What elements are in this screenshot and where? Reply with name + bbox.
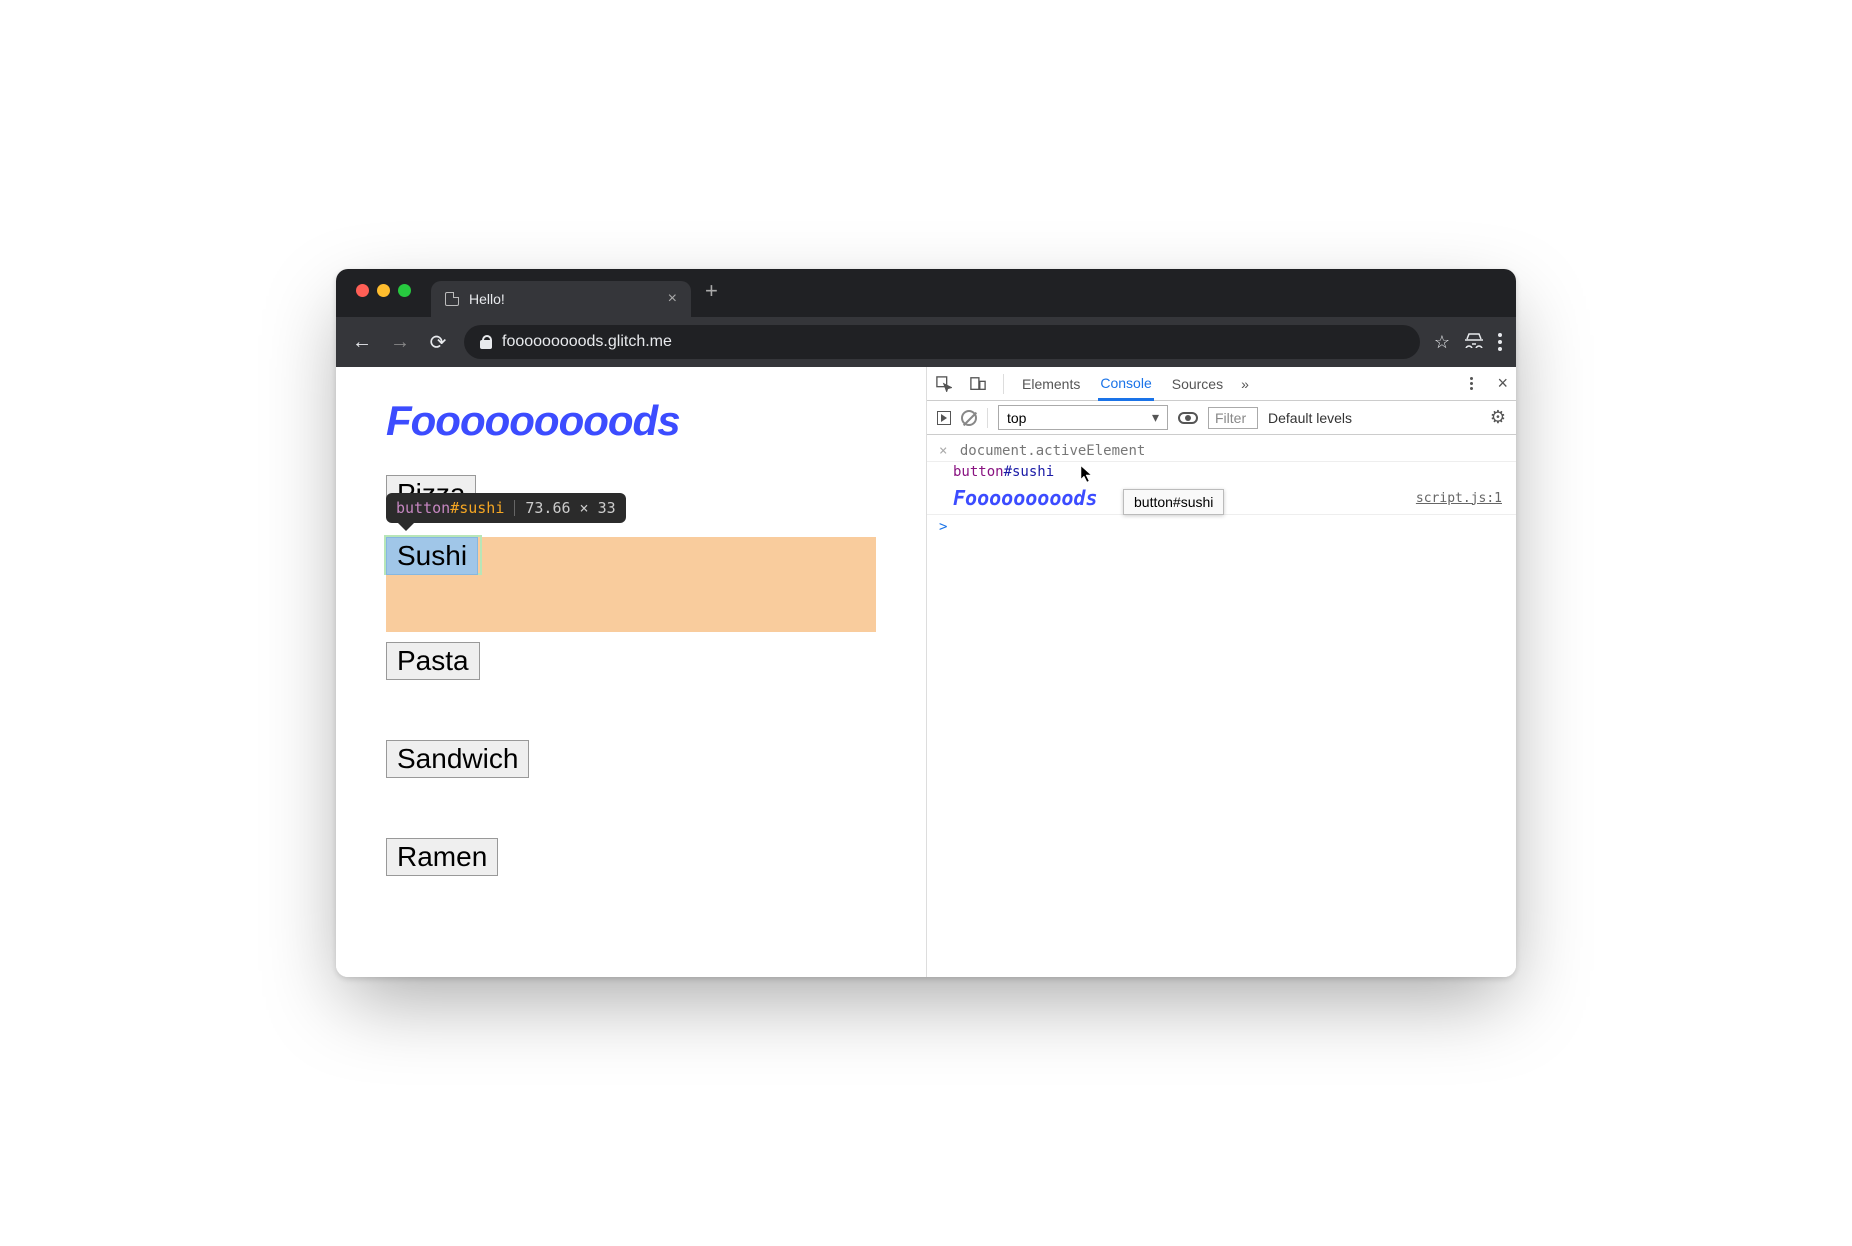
browser-window: Hello! × + ← → ⟳ fooooooooods.glitch.me … [336,269,1516,977]
dismiss-icon[interactable]: × [939,443,947,459]
console-result-row[interactable]: button#sushi [927,462,1516,482]
new-tab-button[interactable]: + [691,278,732,304]
tooltip-divider [514,500,515,516]
console-prompt[interactable]: > [927,515,1516,539]
forward-button[interactable]: → [388,331,412,354]
separator [987,408,988,428]
live-expression-icon[interactable] [1178,412,1198,424]
more-tabs-icon[interactable]: » [1241,376,1249,392]
food-button-sandwich[interactable]: Sandwich [386,740,529,778]
tab-elements[interactable]: Elements [1020,369,1082,399]
inspect-element-icon[interactable] [935,375,953,393]
input-expression: document.activeElement [960,443,1145,459]
margin-highlight: Sushi [386,537,876,632]
devtools-tabs: Elements Console Sources » × [927,367,1516,401]
close-window-button[interactable] [356,284,369,297]
tab-sources[interactable]: Sources [1170,369,1225,399]
separator [1003,374,1004,394]
incognito-icon[interactable] [1464,332,1484,353]
minimize-window-button[interactable] [377,284,390,297]
source-link[interactable]: script.js:1 [1416,491,1502,506]
console-settings-icon[interactable]: ⚙ [1490,407,1506,428]
mouse-cursor-icon [1080,465,1094,483]
close-tab-icon[interactable]: × [668,290,677,308]
reload-button[interactable]: ⟳ [426,330,450,355]
tooltip-tag: button [396,499,450,517]
devtools-menu-icon[interactable] [1470,377,1473,390]
maximize-window-button[interactable] [398,284,411,297]
lock-icon [480,335,492,349]
tab-title: Hello! [469,291,505,307]
food-button-ramen[interactable]: Ramen [386,838,498,876]
console-log: × document.activeElement button#sushi bu… [927,435,1516,977]
result-id: #sushi [1004,464,1055,480]
page-icon [445,292,459,306]
info-text: Fooooooooods [953,486,1098,510]
food-button-pasta[interactable]: Pasta [386,642,480,680]
browser-tab[interactable]: Hello! × [431,281,691,317]
result-tag: button [953,464,1004,480]
food-button-sushi[interactable]: Sushi [386,537,478,575]
log-levels[interactable]: Default levels [1268,410,1352,426]
tooltip-dimensions: 73.66 × 33 [525,499,615,517]
webpage: Fooooooooods Pizza button#sushi 73.66 × … [336,367,927,977]
browser-menu-icon[interactable] [1498,333,1502,351]
window-controls [356,284,411,297]
highlighted-element-wrap: button#sushi 73.66 × 33 Sushi [386,537,876,632]
back-button[interactable]: ← [350,331,374,354]
console-input-row: × document.activeElement [927,441,1516,462]
tab-strip: Hello! × + [336,269,1516,317]
url-text: fooooooooods.glitch.me [502,333,672,351]
filter-input[interactable]: Filter [1208,407,1258,429]
bookmark-icon[interactable]: ☆ [1434,332,1450,353]
execute-icon[interactable] [937,411,951,425]
devtools-panel: Elements Console Sources » × top Filter … [927,367,1516,977]
context-selector[interactable]: top [998,405,1168,430]
devtools-close-icon[interactable]: × [1497,373,1508,394]
content-area: Fooooooooods Pizza button#sushi 73.66 × … [336,367,1516,977]
context-value: top [1007,410,1026,426]
page-heading: Fooooooooods [386,397,876,445]
device-toggle-icon[interactable] [969,375,987,393]
address-bar[interactable]: fooooooooods.glitch.me [464,325,1420,359]
tooltip-id: #sushi [450,499,504,517]
inspect-tooltip: button#sushi 73.66 × 33 [386,493,626,523]
console-toolbar: top Filter Default levels ⚙ [927,401,1516,435]
browser-toolbar: ← → ⟳ fooooooooods.glitch.me ☆ [336,317,1516,367]
element-hover-tooltip: button#sushi [1123,489,1224,515]
clear-console-icon[interactable] [961,410,977,426]
tab-console[interactable]: Console [1098,368,1153,401]
